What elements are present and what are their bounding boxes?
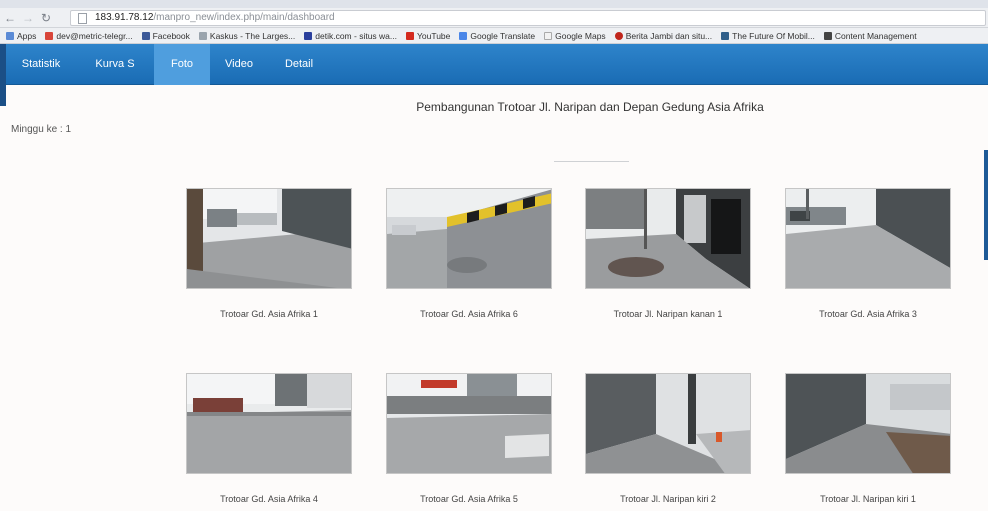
photo-caption: Trotoar Gd. Asia Afrika 6 xyxy=(420,309,518,319)
apps-icon xyxy=(6,31,14,40)
bookmark-label: The Future Of Mobil... xyxy=(732,30,815,41)
bookmark-label: Kaskus - The Larges... xyxy=(209,30,296,41)
photo-thumbnail[interactable] xyxy=(386,373,552,474)
photo-thumbnail[interactable] xyxy=(186,373,352,474)
week-label: Minggu ke : 1 xyxy=(11,124,72,135)
main-navbar: Statistik Kurva S Foto Video Detail xyxy=(0,43,988,85)
tab-label: Kurva S xyxy=(95,58,135,70)
bookmark-apps[interactable]: Apps xyxy=(6,31,36,41)
url-host: 183.91.78.12 xyxy=(95,12,154,23)
bookmark-youtube[interactable]: YouTube xyxy=(405,30,451,41)
forward-icon[interactable]: → xyxy=(20,10,36,26)
bookmark-label: Google Maps xyxy=(555,30,606,41)
bookmark-future[interactable]: The Future Of Mobil... xyxy=(721,31,815,41)
photo-thumbnail[interactable] xyxy=(785,373,951,474)
address-bar: ← → ↻ 183.91.78.12/manpro_new/index.php/… xyxy=(0,8,988,28)
photo-caption: Trotoar Jl. Naripan kanan 1 xyxy=(613,309,723,319)
window-edge-right xyxy=(984,150,988,260)
photo-thumbnail[interactable] xyxy=(186,188,352,289)
bookmark-label: dev@metric-telegr... xyxy=(56,30,133,41)
bookmark-facebook[interactable]: Facebook xyxy=(141,30,190,41)
reload-icon[interactable]: ↻ xyxy=(38,10,54,26)
bookmark-berita[interactable]: Berita Jambi dan situ... xyxy=(614,30,713,41)
photo-caption: Trotoar Gd. Asia Afrika 1 xyxy=(220,309,318,319)
tab-label: Statistik xyxy=(21,58,61,70)
tab-label: Detail xyxy=(284,58,314,70)
photo-caption: Trotoar Gd. Asia Afrika 5 xyxy=(420,494,518,504)
photo-card[interactable]: Trotoar Gd. Asia Afrika 4 xyxy=(186,373,352,504)
gmail-icon xyxy=(45,31,54,40)
tab-video[interactable]: Video xyxy=(210,44,268,85)
photo-caption: Trotoar Gd. Asia Afrika 3 xyxy=(819,309,917,319)
bookmark-label: Apps xyxy=(17,30,37,41)
url-path: /manpro_new/index.php/main/dashboard xyxy=(153,12,335,23)
berita-icon xyxy=(614,31,623,40)
browser-tab-strip xyxy=(0,0,988,8)
photo-card[interactable]: Trotoar Gd. Asia Afrika 6 xyxy=(386,188,552,319)
translate-icon xyxy=(459,31,468,40)
tab-label: Foto xyxy=(170,58,193,70)
photo-caption: Trotoar Gd. Asia Afrika 4 xyxy=(220,494,318,504)
photo-card[interactable]: Trotoar Jl. Naripan kiri 1 xyxy=(785,373,951,504)
page-title: Pembangunan Trotoar Jl. Naripan dan Depa… xyxy=(416,100,764,114)
bookmark-gmail[interactable]: dev@metric-telegr... xyxy=(45,30,133,41)
bookmark-detik[interactable]: detik.com - situs wa... xyxy=(304,31,397,41)
photo-thumbnail[interactable] xyxy=(386,188,552,289)
photo-card[interactable]: Trotoar Jl. Naripan kanan 1 xyxy=(585,188,751,319)
photo-thumbnail[interactable] xyxy=(785,188,951,289)
bookmark-label: Facebook xyxy=(152,30,190,41)
photo-caption: Trotoar Jl. Naripan kiri 2 xyxy=(620,494,716,504)
bookmark-label: YouTube xyxy=(416,30,451,41)
kaskus-icon xyxy=(198,31,207,40)
photo-card[interactable]: Trotoar Jl. Naripan kiri 2 xyxy=(585,373,751,504)
bookmark-label: Google Translate xyxy=(470,30,536,41)
facebook-icon xyxy=(141,31,150,40)
photo-thumbnail[interactable] xyxy=(585,373,751,474)
cms-icon xyxy=(823,31,832,40)
tab-statistik[interactable]: Statistik xyxy=(6,44,76,85)
tab-detail[interactable]: Detail xyxy=(268,44,330,85)
photo-thumbnail[interactable] xyxy=(585,188,751,289)
file-icon xyxy=(544,31,553,40)
photo-caption: Trotoar Jl. Naripan kiri 1 xyxy=(820,494,916,504)
tab-kurva-s[interactable]: Kurva S xyxy=(76,44,154,85)
bookmark-label: Content Management xyxy=(834,30,917,41)
bookmark-label: Berita Jambi dan situ... xyxy=(625,30,713,41)
window-edge-left xyxy=(0,44,6,106)
back-icon[interactable]: ← xyxy=(2,10,18,26)
tab-label: Video xyxy=(225,58,253,70)
page-icon xyxy=(78,13,87,24)
bookmark-label: detik.com - situs wa... xyxy=(315,30,397,41)
photo-card[interactable]: Trotoar Gd. Asia Afrika 3 xyxy=(785,188,951,319)
bookmark-kaskus[interactable]: Kaskus - The Larges... xyxy=(198,30,296,41)
url-input[interactable]: 183.91.78.12/manpro_new/index.php/main/d… xyxy=(70,10,986,26)
youtube-icon xyxy=(405,31,414,40)
title-divider xyxy=(554,161,629,162)
detik-icon xyxy=(304,31,313,40)
photo-card[interactable]: Trotoar Gd. Asia Afrika 5 xyxy=(386,373,552,504)
grid-icon xyxy=(721,31,730,40)
bookmark-translate[interactable]: Google Translate xyxy=(459,31,535,41)
bookmark-cms[interactable]: Content Management xyxy=(823,30,917,41)
bookmarks-bar: Apps dev@metric-telegr... Facebook Kasku… xyxy=(0,28,988,44)
tab-foto[interactable]: Foto xyxy=(154,43,210,85)
photo-card[interactable]: Trotoar Gd. Asia Afrika 1 xyxy=(186,188,352,319)
bookmark-maps[interactable]: Google Maps xyxy=(544,31,606,41)
